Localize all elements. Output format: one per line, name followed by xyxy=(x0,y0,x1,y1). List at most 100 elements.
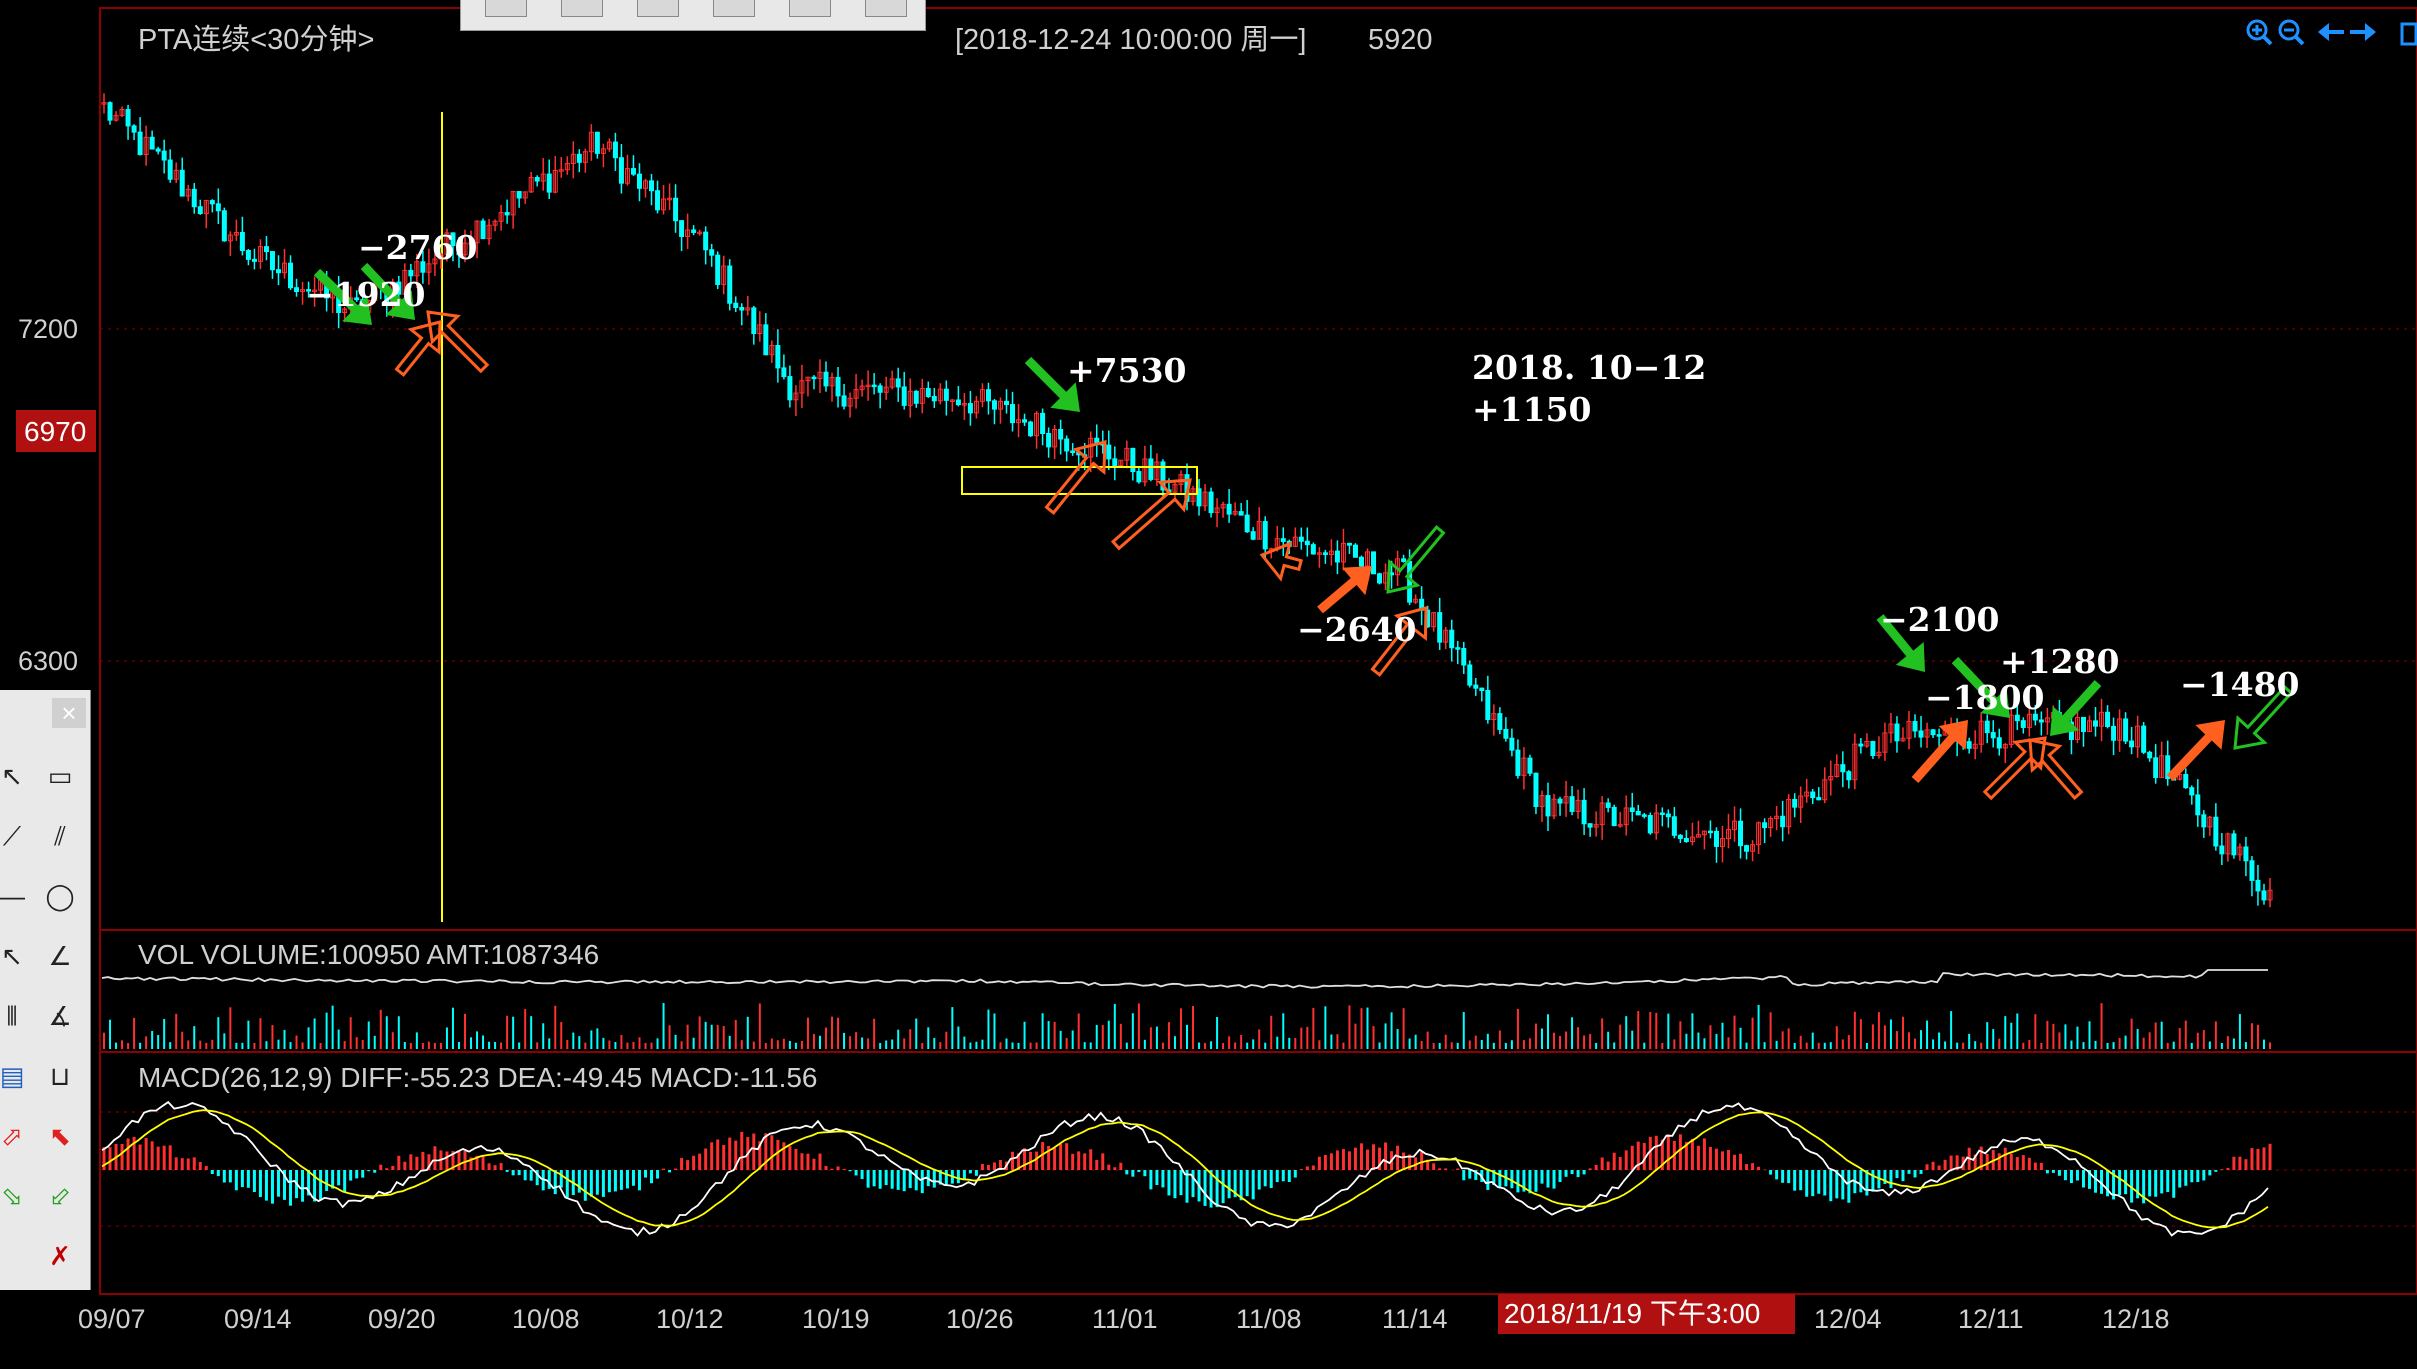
toolbar-button-5[interactable] xyxy=(789,0,831,17)
close-icon[interactable]: × xyxy=(52,698,86,728)
candle-body xyxy=(1467,664,1473,686)
candle-body xyxy=(1918,730,1924,738)
candle-body xyxy=(1677,834,1683,839)
arrow-right-icon[interactable] xyxy=(2350,23,2376,41)
ellipse-icon[interactable]: ◯ xyxy=(42,878,78,914)
annotation-minus-1800: −1800 xyxy=(1925,678,2045,717)
candle-body xyxy=(673,197,679,222)
gann-fan-icon[interactable]: ∡ xyxy=(42,998,78,1034)
toolbar-button-4[interactable] xyxy=(713,0,755,17)
candle-body xyxy=(1996,737,2002,749)
candle-body xyxy=(1473,684,1479,689)
candle-body xyxy=(943,388,949,401)
candle-body xyxy=(841,395,847,407)
parallel-lines-icon[interactable]: ⫽ xyxy=(42,818,78,854)
arrow-shape xyxy=(1110,478,1192,551)
candle-body xyxy=(895,378,901,388)
candle-body xyxy=(1792,798,1798,808)
candle-body xyxy=(269,251,275,271)
zoom-out-icon[interactable] xyxy=(2278,19,2305,46)
candle-body xyxy=(1515,749,1521,776)
toolbar-button-1[interactable] xyxy=(485,0,527,17)
candle-body xyxy=(2123,718,2129,742)
eraser-icon[interactable]: ✗ xyxy=(42,1238,78,1274)
line-segment-icon[interactable]: ⟋ xyxy=(0,818,30,854)
candle-body xyxy=(1930,729,1936,736)
date-label: 10/19 xyxy=(802,1304,870,1334)
candle-body xyxy=(149,136,155,150)
candle-body xyxy=(2249,860,2255,881)
candle-body xyxy=(1587,823,1593,828)
date-label: 12/11 xyxy=(1958,1304,2024,1334)
angle-icon[interactable]: ∠ xyxy=(42,938,78,974)
toolbar-button-2[interactable] xyxy=(561,0,603,17)
candle-body xyxy=(811,376,817,380)
candle-body xyxy=(2189,787,2195,796)
candle-body xyxy=(1647,814,1653,834)
candle-body xyxy=(709,249,715,256)
candle-body xyxy=(1936,734,1942,737)
candle-body xyxy=(679,220,685,237)
rectangle-icon[interactable]: ▭ xyxy=(42,758,78,794)
candle-body xyxy=(1497,713,1503,730)
candle-body xyxy=(155,148,161,152)
zoom-in-icon[interactable] xyxy=(2246,19,2273,46)
macd-histogram xyxy=(102,1131,2272,1208)
candle-body xyxy=(1358,556,1364,567)
candle-body xyxy=(1485,689,1491,721)
candle-body xyxy=(2213,816,2219,847)
toolbar-button-3[interactable] xyxy=(637,0,679,17)
date-label: 10/12 xyxy=(656,1304,724,1334)
candle-body xyxy=(1208,491,1214,514)
trade-arrow xyxy=(426,310,490,374)
arrow-pointer-icon[interactable]: ↖ xyxy=(0,758,30,794)
candle-body xyxy=(1611,806,1617,827)
candle-body xyxy=(1629,807,1635,812)
candle-body xyxy=(2020,720,2026,728)
candle-body xyxy=(1148,458,1154,480)
annotation-minus-2640: −2640 xyxy=(1297,610,1417,649)
toolbar-button-6[interactable] xyxy=(865,0,907,17)
candle-body xyxy=(655,190,661,211)
candle-body xyxy=(2195,794,2201,816)
candle-body xyxy=(107,102,113,121)
candle-body xyxy=(727,265,733,304)
candle-body xyxy=(161,150,167,161)
chart-canvas[interactable]: PTA连续<30分钟> [2018-12-24 10:00:00 周一] 592… xyxy=(0,0,2417,1364)
arrow-left-icon[interactable] xyxy=(2318,23,2344,41)
candle-body xyxy=(985,389,991,402)
drawing-toolbar: × ↖ ▭ ⟋ ⫽ — ◯ ↖ ∠ ⦀ ∡ ▤ ⊔ ⬀ ⬉ ⬂ ⬃ ✗ xyxy=(0,690,91,1290)
green-up-arrow-icon[interactable]: ⬃ xyxy=(42,1178,78,1214)
arrow-shape xyxy=(426,310,490,374)
candle-body xyxy=(931,395,937,402)
candle-body xyxy=(275,269,281,274)
candle-body xyxy=(1569,796,1575,812)
annotation-minus-1480: −1480 xyxy=(2180,665,2300,704)
candle-body xyxy=(1671,816,1677,836)
candle-body xyxy=(2243,846,2249,862)
vertical-lines-icon[interactable]: ⦀ xyxy=(0,998,30,1034)
candle-body xyxy=(1352,544,1358,558)
candle-body xyxy=(1810,791,1816,799)
candle-body xyxy=(1840,764,1846,773)
candle-body xyxy=(546,173,552,193)
candle-body xyxy=(835,376,841,397)
horizontal-line-icon[interactable]: — xyxy=(0,878,30,914)
ray-icon[interactable]: ↖ xyxy=(0,938,30,974)
volume-bars xyxy=(103,1003,2271,1049)
candle-body xyxy=(1070,450,1076,453)
candle-body xyxy=(1346,542,1352,546)
candle-body xyxy=(1010,404,1016,424)
candle-body xyxy=(1280,538,1286,542)
red-up-arrow-icon[interactable]: ⬀ xyxy=(0,1118,30,1154)
candle-body xyxy=(2261,890,2267,901)
candle-body xyxy=(630,168,636,175)
current-price-text: 6970 xyxy=(24,416,86,447)
text-box-icon[interactable]: ▤ xyxy=(0,1058,30,1094)
green-down-arrow-icon[interactable]: ⬂ xyxy=(0,1178,30,1214)
red-down-arrow-icon[interactable]: ⬉ xyxy=(42,1118,78,1154)
candle-body xyxy=(1894,723,1900,742)
candle-body xyxy=(191,188,197,208)
maximize-icon[interactable] xyxy=(2400,22,2417,46)
ruler-icon[interactable]: ⊔ xyxy=(42,1058,78,1094)
